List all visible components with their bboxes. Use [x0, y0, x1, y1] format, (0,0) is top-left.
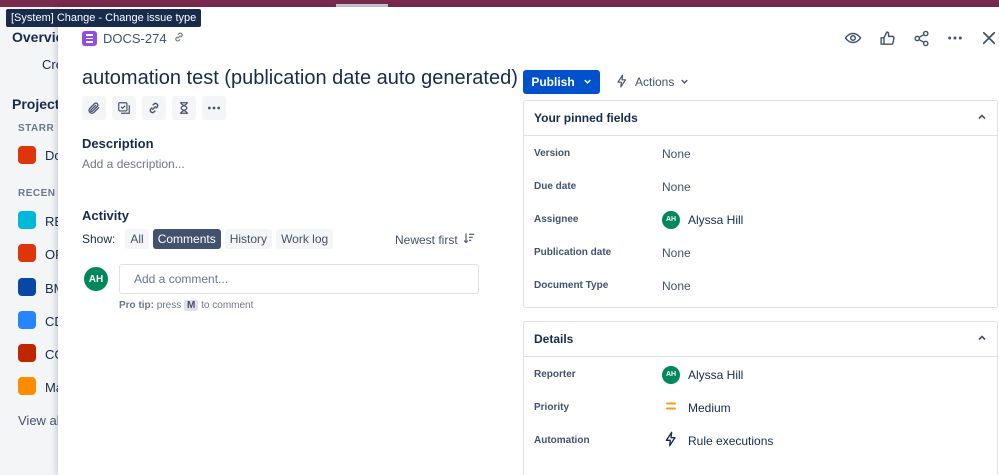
more-icon[interactable]	[945, 27, 965, 49]
protip: Pro tip: press M to comment	[119, 300, 253, 311]
project-icon	[18, 278, 36, 296]
project-icon	[18, 311, 36, 329]
issue-title[interactable]: automation test (publication date auto g…	[82, 67, 518, 90]
sort-icon	[463, 232, 475, 247]
protip-middle: press	[156, 300, 182, 311]
project-icon	[18, 344, 36, 362]
activity-filter-row: Show: All Comments History Work log	[82, 229, 334, 249]
issue-modal: DOCS-274 automation test (publication da…	[58, 7, 999, 475]
close-icon[interactable]	[979, 27, 999, 49]
sidebar-view-all[interactable]: View all	[18, 413, 63, 428]
project-icon	[18, 377, 36, 395]
issue-key[interactable]: DOCS-274	[103, 31, 167, 46]
assignee-name: Alyssa Hill	[688, 212, 744, 227]
field-label: Publication date	[534, 247, 612, 258]
watch-icon[interactable]	[843, 27, 863, 49]
issue-key-breadcrumb: DOCS-274	[82, 31, 185, 46]
actions-button[interactable]: Actions	[615, 70, 689, 94]
chevron-down-icon	[583, 75, 592, 89]
field-automation: Automation Rule executions	[524, 424, 997, 457]
field-document-type: Document Type None	[524, 269, 997, 302]
activity-label: Activity	[82, 208, 129, 223]
field-value[interactable]: None	[662, 246, 691, 260]
publish-button[interactable]: Publish	[523, 70, 600, 94]
field-priority: Priority Medium	[524, 391, 997, 424]
field-label: Version	[534, 148, 571, 159]
field-label: Automation	[534, 435, 590, 446]
tooltip: [System] Change - Change issue type	[6, 9, 202, 27]
details-header[interactable]: Details	[524, 322, 997, 357]
protip-suffix: to comment	[201, 300, 254, 311]
field-label: Assignee	[534, 214, 579, 225]
field-label: Reporter	[534, 369, 576, 380]
link-issue-icon[interactable]	[142, 96, 166, 120]
field-label: Priority	[534, 402, 570, 413]
sort-newest-first[interactable]: Newest first	[395, 232, 475, 247]
avatar: AH	[662, 210, 680, 229]
details-panel: Details Reporter AH Alyssa Hill Priority	[523, 321, 998, 475]
description-input[interactable]: Add a description...	[82, 157, 185, 171]
lightning-icon	[615, 74, 629, 91]
field-publication-date: Publication date None	[524, 236, 997, 269]
chevron-up-icon[interactable]	[977, 112, 987, 125]
child-issue-icon[interactable]	[112, 96, 136, 120]
top-actions	[843, 27, 999, 49]
avatar: AH	[84, 267, 108, 291]
field-value[interactable]: None	[662, 180, 691, 194]
issue-toolbar	[82, 96, 226, 120]
hourglass-icon[interactable]	[172, 96, 196, 120]
priority-medium-icon	[662, 400, 680, 415]
publish-label: Publish	[531, 75, 575, 89]
project-icon	[18, 146, 36, 164]
pinned-fields-panel: Your pinned fields Version None Due date…	[523, 100, 998, 308]
actions-label: Actions	[635, 75, 675, 89]
field-label: Due date	[534, 181, 577, 192]
comment-input[interactable]: Add a comment...	[119, 264, 479, 294]
field-reporter: Reporter AH Alyssa Hill	[524, 358, 997, 391]
field-value[interactable]: AH Alyssa Hill	[662, 210, 744, 229]
avatar: AH	[662, 365, 680, 384]
details-title: Details	[534, 332, 574, 346]
automation-value: Rule executions	[688, 433, 774, 448]
priority-value: Medium	[688, 400, 731, 415]
protip-prefix: Pro tip:	[119, 300, 154, 311]
description-label: Description	[82, 136, 154, 151]
share-icon[interactable]	[911, 27, 931, 49]
filter-comments[interactable]: Comments	[152, 229, 221, 249]
sidebar-overview[interactable]: Overvie	[12, 29, 63, 45]
filter-all[interactable]: All	[125, 229, 149, 249]
field-value[interactable]: Rule executions	[662, 431, 773, 450]
sidebar-starred: STARR	[18, 123, 55, 134]
field-value[interactable]: Medium	[662, 400, 731, 415]
field-version: Version None	[524, 137, 997, 170]
link-icon[interactable]	[173, 31, 185, 46]
field-assignee: Assignee AH Alyssa Hill	[524, 203, 997, 236]
chevron-down-icon	[680, 75, 689, 89]
project-icon	[18, 244, 36, 262]
attachment-icon[interactable]	[82, 96, 106, 120]
field-label: Document Type	[534, 280, 609, 291]
protip-key: M	[184, 300, 199, 311]
field-value[interactable]: AH Alyssa Hill	[662, 365, 744, 384]
field-due-date: Due date None	[524, 170, 997, 203]
chevron-up-icon[interactable]	[977, 333, 987, 346]
filter-work-log[interactable]: Work log	[276, 229, 334, 249]
show-label: Show:	[82, 232, 116, 246]
top-strip	[0, 0, 999, 7]
sidebar-recent: RECEN	[18, 188, 56, 199]
filter-history[interactable]: History	[224, 229, 273, 249]
issue-type-icon[interactable]	[82, 31, 97, 46]
pinned-fields-title: Your pinned fields	[534, 111, 638, 125]
background-sidebar: Overvie Cre Projects STARR Do RECEN RE O…	[0, 7, 67, 475]
lightning-icon	[662, 431, 680, 450]
field-value[interactable]: None	[662, 147, 691, 161]
reporter-name: Alyssa Hill	[688, 367, 744, 382]
like-icon[interactable]	[877, 27, 897, 49]
project-icon	[18, 211, 36, 229]
sort-label: Newest first	[395, 232, 458, 247]
more-icon[interactable]	[202, 96, 226, 120]
pinned-fields-header[interactable]: Your pinned fields	[524, 101, 997, 136]
field-value[interactable]: None	[662, 279, 691, 293]
